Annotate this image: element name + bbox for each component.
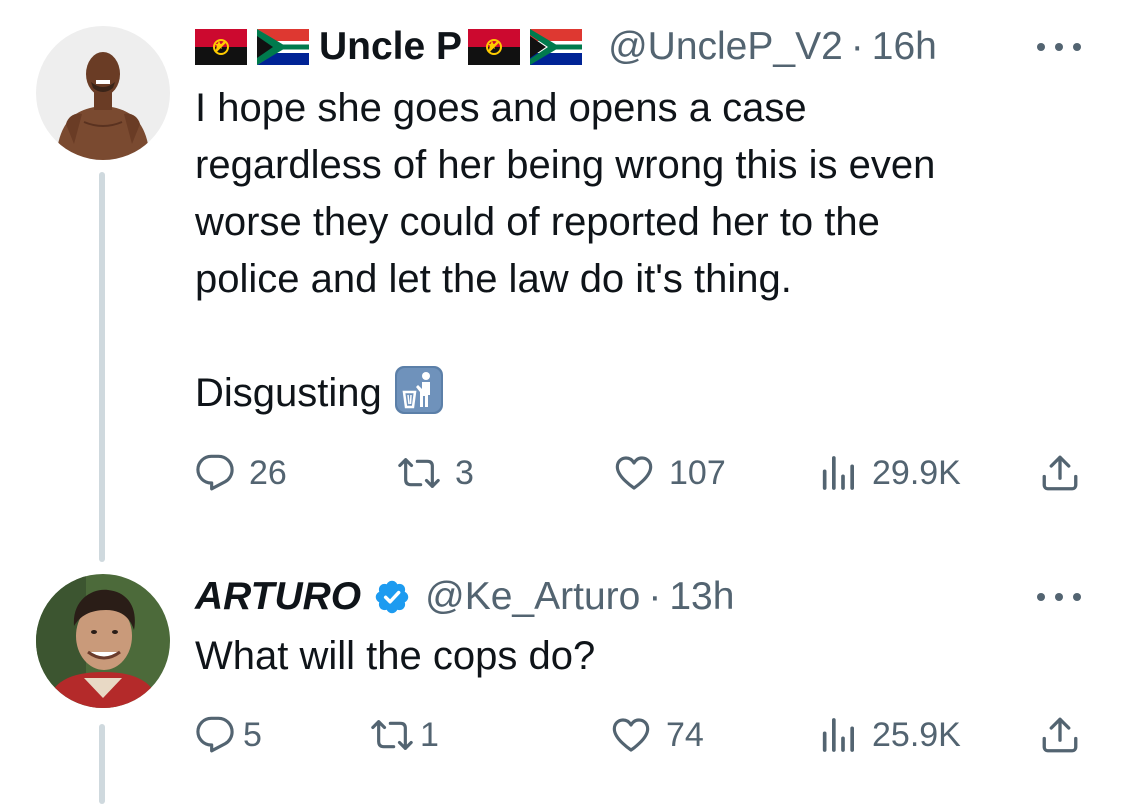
tweet-text-disgusting: Disgusting (195, 371, 382, 415)
like-count: 107 (669, 453, 726, 492)
tweet-actions: 26 3 107 29.9K (195, 448, 1085, 498)
tweet-uncle-p[interactable]: Uncle P @UncleP_V2 · 16h I hope she goes… (0, 0, 1125, 562)
views-button[interactable]: 25.9K (818, 710, 961, 760)
avatar[interactable] (36, 574, 170, 708)
reply-count: 5 (243, 715, 262, 754)
display-name[interactable]: ARTURO (195, 575, 361, 619)
reply-button[interactable]: 5 (195, 710, 262, 760)
retweet-button[interactable]: 1 (370, 710, 439, 760)
display-name[interactable]: Uncle P (319, 25, 462, 69)
more-options-icon[interactable] (1037, 41, 1081, 53)
tweet-actions: 5 1 74 25.9K (195, 710, 1085, 760)
heart-icon (612, 718, 650, 752)
share-icon (1042, 455, 1078, 491)
retweet-button[interactable]: 3 (397, 448, 474, 498)
views-count: 25.9K (872, 715, 961, 754)
south-africa-flag-icon (530, 29, 583, 65)
more-options-icon[interactable] (1037, 591, 1081, 603)
tweet-arturo[interactable]: ARTURO @Ke_Arturo · 13h What will the co… (0, 560, 1125, 804)
tweet-text-line: What will the cops do? (195, 634, 596, 678)
reply-icon (196, 454, 234, 491)
south-africa-flag-icon (257, 29, 309, 65)
retweet-icon (398, 458, 440, 488)
angola-flag-icon (195, 29, 247, 65)
like-button[interactable]: 74 (610, 710, 704, 760)
timestamp[interactable]: 13h (669, 575, 734, 619)
retweet-icon (371, 720, 413, 750)
views-bar-chart-icon (822, 718, 854, 752)
handle[interactable]: @UncleP_V2 (608, 25, 843, 69)
share-icon (1042, 717, 1078, 753)
verified-badge-icon (373, 578, 411, 616)
tweet-header: ARTURO @Ke_Arturo · 13h (195, 572, 734, 622)
tweet-text-line: Disgusting (195, 365, 1075, 422)
share-button[interactable] (1039, 448, 1081, 498)
separator-dot: · (850, 25, 864, 68)
tweet-text-line: police and let the law do it's thing. (195, 257, 792, 301)
reply-button[interactable]: 26 (195, 448, 287, 498)
tweet-text: I hope she goes and opens a case regardl… (195, 80, 1075, 422)
angola-flag-icon (468, 29, 521, 65)
tweet-text-line: regardless of her being wrong this is ev… (195, 143, 936, 187)
tweet-text-line: I hope she goes and opens a case (195, 86, 807, 130)
views-count: 29.9K (872, 453, 961, 492)
avatar[interactable] (36, 26, 170, 160)
retweet-count: 1 (420, 715, 439, 754)
tweet-text-line: worse they could of reported her to the (195, 200, 880, 244)
heart-icon (615, 456, 653, 490)
tweet-header: Uncle P @UncleP_V2 · 16h (195, 22, 937, 72)
tweet-text: What will the cops do? (195, 628, 1075, 685)
share-button[interactable] (1039, 710, 1081, 760)
thread-line (99, 724, 105, 804)
like-count: 74 (666, 715, 704, 754)
views-bar-chart-icon (822, 456, 854, 490)
reply-count: 26 (249, 453, 287, 492)
views-button[interactable]: 29.9K (818, 448, 961, 498)
thread-line (99, 172, 105, 562)
retweet-count: 3 (455, 453, 474, 492)
handle[interactable]: @Ke_Arturo (425, 575, 640, 619)
put-litter-in-its-place-icon (394, 365, 444, 415)
reply-icon (196, 716, 234, 753)
like-button[interactable]: 107 (613, 448, 726, 498)
timestamp[interactable]: 16h (872, 25, 937, 69)
separator-dot: · (648, 575, 662, 618)
